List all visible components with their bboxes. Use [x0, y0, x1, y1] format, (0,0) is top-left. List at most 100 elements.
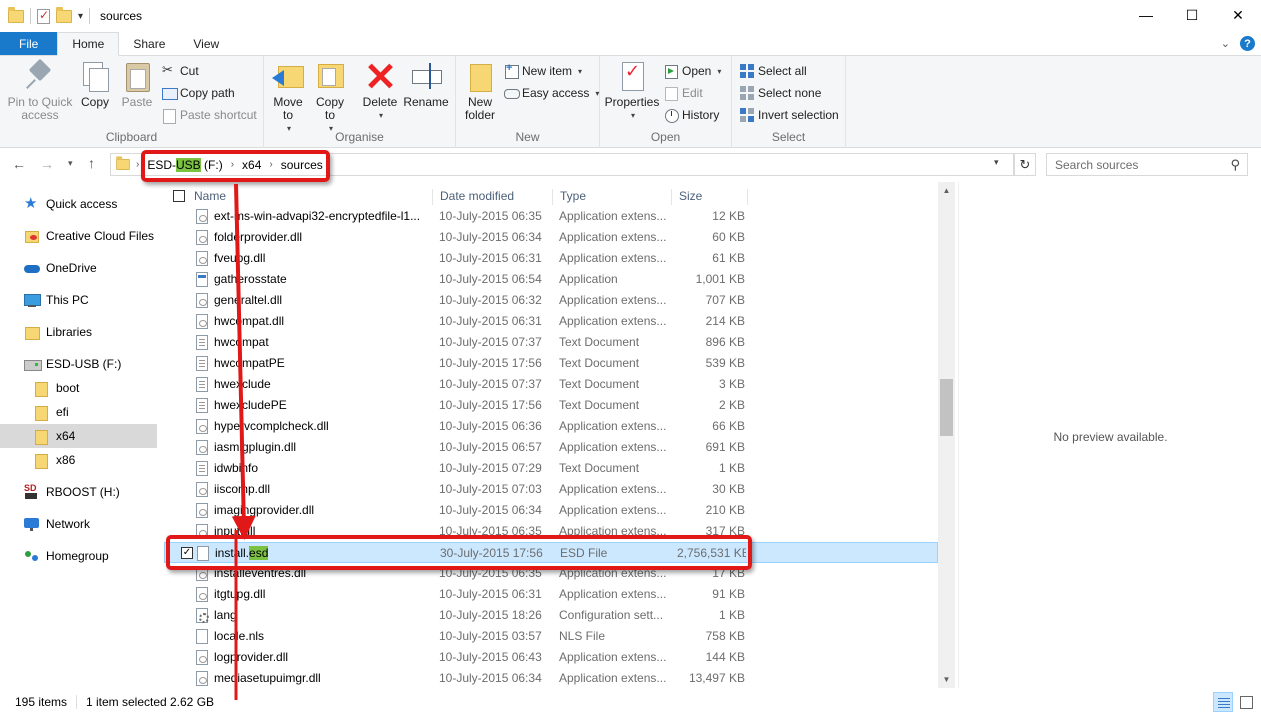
table-row[interactable]: input.dll 10-July-2015 06:35 Application e… — [164, 521, 938, 542]
history-button[interactable]: History — [664, 106, 719, 124]
breadcrumb-x64[interactable]: x64 — [239, 158, 264, 172]
ribbon-expand-icon[interactable]: ⌄ — [1221, 37, 1230, 50]
table-row[interactable]: fveupg.dll 10-July-2015 06:31 Application … — [164, 248, 938, 269]
table-row[interactable]: hwexclude 10-July-2015 07:37 Text Document… — [164, 374, 938, 395]
forward-arrow-icon[interactable]: → — [40, 156, 54, 172]
column-size[interactable]: Size — [671, 189, 702, 205]
breadcrumb-separator[interactable]: › — [131, 159, 144, 170]
scrollbar-thumb[interactable] — [940, 379, 953, 436]
minimize-button[interactable]: — — [1123, 0, 1169, 30]
sidebar-item-network[interactable]: Network — [0, 512, 157, 536]
easy-access-button[interactable]: Easy access ▾ — [504, 84, 599, 102]
details-view-button[interactable] — [1213, 692, 1233, 712]
vertical-scrollbar[interactable]: ▲ ▼ — [938, 182, 955, 688]
address-bar[interactable]: › ESD-USB (F:) › x64 › sources — [110, 153, 1014, 176]
ribbon-tabs: File Home Share View ⌄ ? — [0, 32, 1261, 56]
table-row[interactable]: gatherosstate 10-July-2015 06:54 Applicati… — [164, 269, 938, 290]
table-row[interactable]: logprovider.dll 10-July-2015 06:43 Applica… — [164, 647, 938, 668]
sidebar-item-onedrive[interactable]: OneDrive — [0, 256, 157, 280]
refresh-button[interactable]: ↻ — [1014, 153, 1036, 176]
sidebar-item-creative-cloud-files[interactable]: Creative Cloud Files — [0, 224, 157, 248]
sidebar-item-esd-usb-f[interactable]: ESD-USB (F:) — [0, 352, 157, 376]
open-button[interactable]: Open ▾ — [664, 62, 721, 80]
column-date-modified[interactable]: Date modified — [432, 189, 514, 205]
move-to-button[interactable]: Move to ▾ — [270, 60, 306, 135]
tab-view[interactable]: View — [179, 32, 233, 55]
row-checkbox[interactable]: ✓ — [181, 547, 193, 559]
table-row[interactable]: folderprovider.dll 10-July-2015 06:34 Appl… — [164, 227, 938, 248]
table-row[interactable]: hwcompat.dll 10-July-2015 06:31 Applicatio… — [164, 311, 938, 332]
properties-icon[interactable] — [37, 8, 50, 24]
pin-to-quick-access-button[interactable]: Pin to Quick access — [6, 60, 74, 122]
select-all-checkbox[interactable] — [173, 190, 185, 202]
new-folder-button[interactable]: New folder — [462, 60, 498, 122]
breadcrumb-separator[interactable]: › — [226, 159, 239, 170]
file-date: 10-July-2015 06:35 — [439, 566, 542, 580]
file-type: Application extens... — [559, 566, 667, 580]
search-input[interactable]: Search sources ⚲ — [1046, 153, 1248, 176]
move-to-icon — [272, 60, 304, 92]
sidebar-item-quick-access[interactable]: Quick access — [0, 192, 157, 216]
properties-button[interactable]: Properties ▾ — [604, 60, 660, 122]
help-icon[interactable]: ? — [1240, 36, 1255, 51]
table-row[interactable]: lang 10-July-2015 18:26 Configuration sett… — [164, 605, 938, 626]
new-item-button[interactable]: New item ▾ — [504, 62, 582, 80]
breadcrumb-sources[interactable]: sources — [278, 158, 326, 172]
paste-shortcut-button[interactable]: Paste shortcut — [162, 106, 257, 124]
sidebar-item-efi[interactable]: efi — [0, 400, 157, 424]
sidebar-item-x64[interactable]: x64 — [0, 424, 157, 448]
invert-selection-button[interactable]: Invert selection — [740, 106, 839, 124]
table-row[interactable]: ext-ms-win-advapi32-encryptedfile-l1... 1… — [164, 206, 938, 227]
select-all-button[interactable]: Select all — [740, 62, 807, 80]
copy-button[interactable]: Copy — [76, 60, 114, 109]
table-row[interactable]: hwexcludePE 10-July-2015 17:56 Text Docume… — [164, 395, 938, 416]
table-row[interactable]: idwbinfo 10-July-2015 07:29 Text Document 1… — [164, 458, 938, 479]
breadcrumb-esd-usb[interactable]: ESD-USB (F:) — [144, 157, 225, 172]
cut-button[interactable]: Cut — [162, 62, 199, 80]
paste-button[interactable]: Paste — [118, 60, 156, 109]
new-folder-icon[interactable] — [56, 6, 72, 23]
delete-button[interactable]: Delete ▾ — [360, 60, 400, 122]
sidebar-item-this-pc[interactable]: This PC — [0, 288, 157, 312]
tab-share[interactable]: Share — [119, 32, 179, 55]
sidebar-item-homegroup[interactable]: Homegroup — [0, 544, 157, 568]
rename-button[interactable]: Rename — [403, 60, 449, 109]
table-row[interactable]: hwcompatPE 10-July-2015 17:56 Text Documen… — [164, 353, 938, 374]
address-dropdown-icon[interactable]: ▾ — [994, 157, 999, 168]
file-icon — [196, 671, 208, 686]
large-icons-view-button[interactable] — [1236, 692, 1256, 712]
tab-home[interactable]: Home — [57, 32, 120, 56]
chevron-down-icon[interactable]: ▾ — [78, 11, 83, 22]
table-row[interactable]: installeventres.dll 10-July-2015 06:35 App… — [164, 563, 938, 584]
sidebar-item-rboost-h[interactable]: RBOOST (H:) — [0, 480, 157, 504]
table-row[interactable]: itgtupg.dll 10-July-2015 06:31 Application… — [164, 584, 938, 605]
table-row[interactable]: iiscomp.dll 10-July-2015 07:03 Application… — [164, 479, 938, 500]
table-row[interactable]: ✓ install.esd 30-July-2015 17:56 ESD File 2,… — [164, 542, 938, 563]
maximize-button[interactable]: ☐ — [1169, 0, 1215, 30]
tab-file[interactable]: File — [0, 32, 58, 55]
table-row[interactable]: iasmigplugin.dll 10-July-2015 06:57 Applic… — [164, 437, 938, 458]
select-none-button[interactable]: Select none — [740, 84, 821, 102]
sidebar-item-libraries[interactable]: Libraries — [0, 320, 157, 344]
table-row[interactable]: generaltel.dll 10-July-2015 06:32 Applicat… — [164, 290, 938, 311]
back-arrow-icon[interactable]: ← — [12, 156, 26, 172]
edit-button[interactable]: Edit — [664, 84, 703, 102]
up-arrow-icon[interactable]: ↑ — [88, 155, 95, 171]
sidebar-item-boot[interactable]: boot — [0, 376, 157, 400]
table-row[interactable]: hypervcomplcheck.dll 10-July-2015 06:36 Ap… — [164, 416, 938, 437]
table-row[interactable]: hwcompat 10-July-2015 07:37 Text Document 8… — [164, 332, 938, 353]
copy-path-button[interactable]: Copy path — [162, 84, 235, 102]
scroll-down-icon[interactable]: ▼ — [938, 671, 955, 688]
copy-to-button[interactable]: Copy to ▾ — [312, 60, 348, 135]
sidebar-item-x86[interactable]: x86 — [0, 448, 157, 472]
table-row[interactable]: locale.nls 10-July-2015 03:57 NLS File 758 … — [164, 626, 938, 647]
table-row[interactable]: mediasetupuimgr.dll 10-July-2015 06:34 App… — [164, 668, 938, 688]
close-button[interactable]: ✕ — [1215, 0, 1261, 30]
scroll-up-icon[interactable]: ▲ — [938, 182, 955, 199]
column-type[interactable]: Type — [552, 189, 586, 205]
breadcrumb-separator[interactable]: › — [264, 159, 277, 170]
recent-locations-icon[interactable]: ▾ — [68, 158, 73, 169]
column-name[interactable]: Name — [187, 189, 226, 205]
file-icon — [196, 482, 208, 497]
table-row[interactable]: imagingprovider.dll 10-July-2015 06:34 App… — [164, 500, 938, 521]
